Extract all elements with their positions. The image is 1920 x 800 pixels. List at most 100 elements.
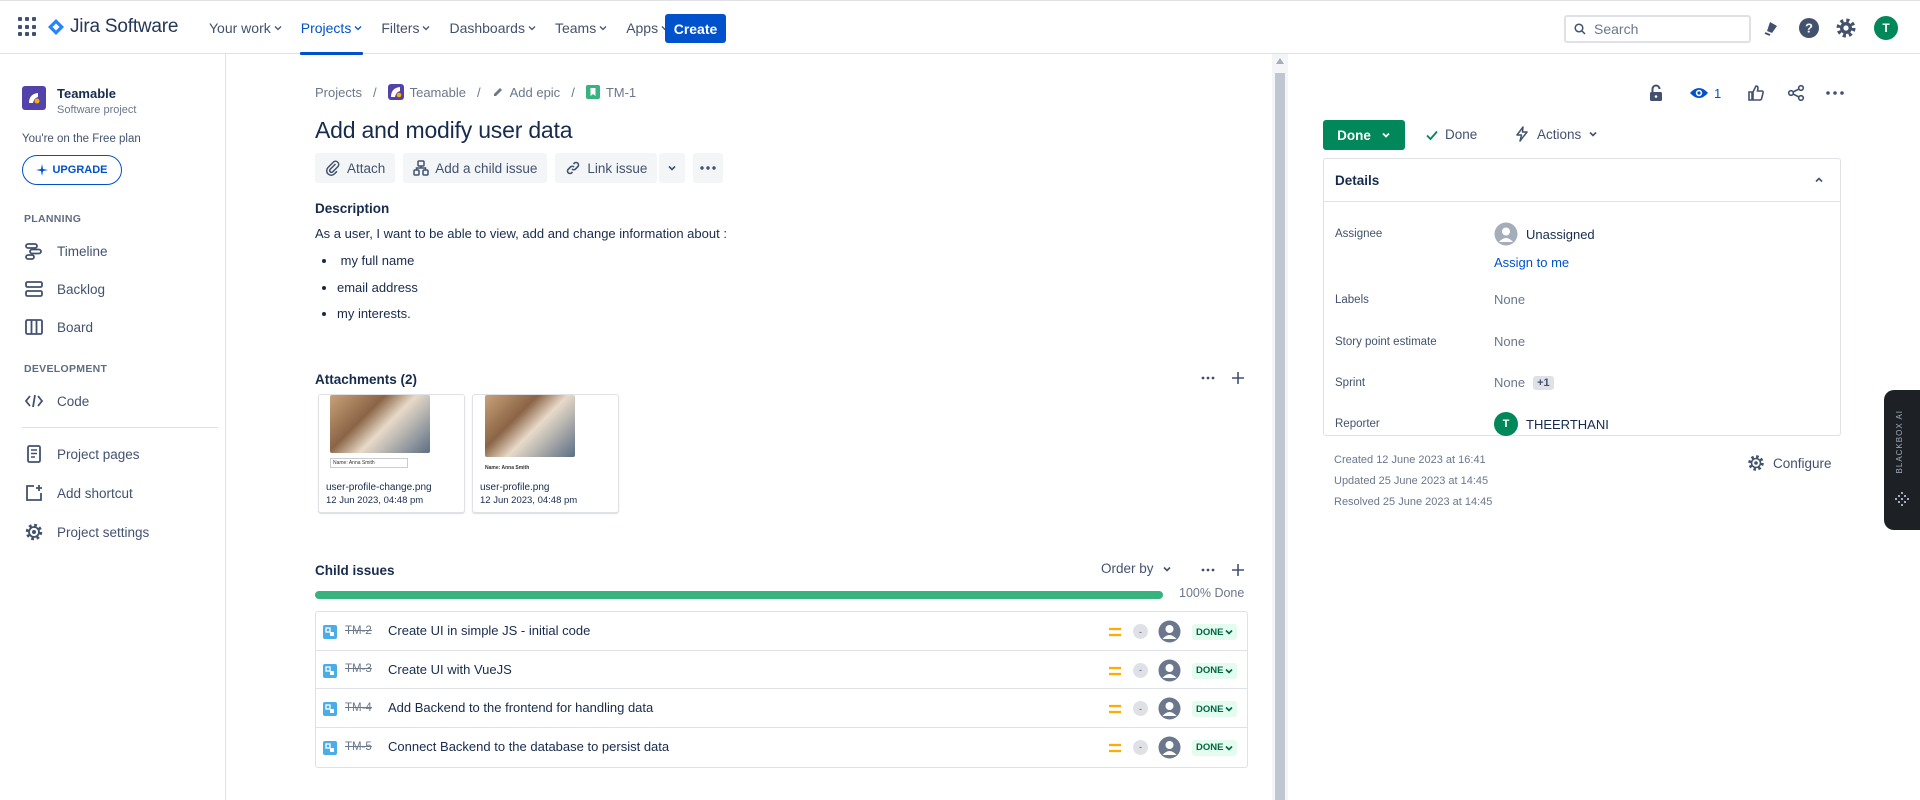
unassigned-avatar-icon[interactable]: [1158, 697, 1181, 720]
more-icon[interactable]: [1200, 370, 1216, 386]
more-actions-button[interactable]: [693, 153, 724, 183]
attachment-card[interactable]: Name: Anna Smith user-profile-change.png…: [318, 394, 465, 513]
status-badge[interactable]: DONE: [1192, 624, 1238, 640]
table-row[interactable]: TM-2 Create UI in simple JS - initial co…: [316, 612, 1247, 651]
unassigned-avatar-icon[interactable]: [1158, 620, 1181, 643]
link-issue-label: Link issue: [587, 160, 648, 176]
unassigned-avatar-icon[interactable]: [1158, 736, 1181, 759]
table-row[interactable]: TM-5 Connect Backend to the database to …: [316, 728, 1247, 767]
sprint-extra-badge[interactable]: +1: [1533, 375, 1554, 390]
attachment-card[interactable]: Name: Anna Smith user-profile.png 12 Jun…: [472, 394, 619, 513]
issue-key[interactable]: TM-2: [345, 625, 372, 637]
table-row[interactable]: TM-3 Create UI with VueJS - DONE: [316, 651, 1247, 689]
child-issues-actions: [1200, 562, 1246, 578]
watchers-button[interactable]: 1: [1689, 86, 1721, 101]
app-switcher-icon[interactable]: [18, 17, 38, 37]
status-transition-button[interactable]: Done: [1323, 120, 1405, 150]
breadcrumb-label: Projects: [315, 84, 362, 100]
story-points-value[interactable]: None: [1494, 334, 1525, 349]
user-avatar[interactable]: T: [1874, 16, 1898, 40]
attachment-date: 12 Jun 2023, 04:48 pm: [326, 495, 424, 506]
add-icon[interactable]: [1230, 370, 1246, 386]
sidebar-item-project-pages[interactable]: Project pages: [24, 442, 140, 466]
sidebar-item-code[interactable]: Code: [24, 389, 89, 413]
nav-projects[interactable]: Projects: [294, 1, 370, 55]
link-issue-button[interactable]: Link issue: [555, 153, 658, 183]
scroll-up-arrow[interactable]: [1276, 58, 1284, 64]
chevron-down-icon: [354, 26, 362, 31]
status-label: DONE: [1196, 703, 1224, 715]
add-icon[interactable]: [1230, 562, 1246, 578]
attach-button[interactable]: Attach: [315, 153, 396, 183]
assignee-field[interactable]: Unassigned: [1494, 222, 1595, 246]
table-row[interactable]: TM-4 Add Backend to the frontend for han…: [316, 689, 1247, 728]
share-icon[interactable]: [1785, 82, 1807, 104]
breadcrumb-projects[interactable]: Projects: [315, 85, 362, 100]
nav-teams[interactable]: Teams: [548, 1, 614, 55]
estimate-badge: -: [1133, 701, 1148, 716]
issue-summary[interactable]: Add Backend to the frontend for handling…: [388, 700, 653, 715]
more-icon[interactable]: [1200, 562, 1216, 578]
actions-dropdown[interactable]: Actions: [1514, 126, 1598, 142]
description-heading: Description: [315, 201, 390, 216]
issue-title[interactable]: Add and modify user data: [315, 117, 573, 144]
chevron-down-icon: [1589, 131, 1597, 137]
status-label: Done: [1337, 127, 1371, 143]
story-icon: [585, 85, 600, 99]
details-header[interactable]: Details: [1324, 159, 1840, 202]
blackbox-ai-widget[interactable]: BLACKBOX AI: [1884, 390, 1920, 530]
resolved-date: Resolved 25 June 2023 at 14:45: [1334, 496, 1493, 508]
nav-filters[interactable]: Filters: [374, 1, 437, 55]
sidebar-item-label: Code: [57, 393, 90, 409]
more-icon[interactable]: [1824, 82, 1846, 104]
nav-your-work[interactable]: Your work: [202, 1, 289, 55]
issue-summary[interactable]: Connect Backend to the database to persi…: [388, 739, 669, 754]
project-header[interactable]: Teamable Software project: [22, 86, 136, 116]
issue-key[interactable]: TM-3: [345, 663, 372, 675]
details-section: Details Assignee Unassigned Assign to me…: [1323, 158, 1841, 436]
project-name: Teamable: [57, 86, 117, 101]
main-scrollbar-thumb[interactable]: [1275, 73, 1285, 800]
priority-medium-icon: [1108, 665, 1122, 677]
breadcrumb-add-epic[interactable]: Add epic: [492, 85, 560, 100]
issue-summary[interactable]: Create UI with VueJS: [388, 662, 512, 677]
code-icon: [24, 391, 44, 411]
issue-key[interactable]: TM-4: [345, 702, 372, 714]
issue-key[interactable]: TM-5: [345, 741, 372, 753]
add-shortcut-icon: [24, 483, 44, 503]
status-label: DONE: [1196, 742, 1224, 753]
assign-to-me-link[interactable]: Assign to me: [1494, 255, 1569, 270]
nav-label: Teams: [554, 20, 597, 36]
unassigned-avatar-icon[interactable]: [1158, 659, 1181, 682]
sidebar-item-board[interactable]: Board: [24, 315, 93, 339]
breadcrumb-project[interactable]: Teamable: [387, 84, 466, 100]
labels-value[interactable]: None: [1494, 292, 1525, 307]
settings-icon[interactable]: [1835, 17, 1857, 39]
description-text[interactable]: As a user, I want to be able to view, ad…: [315, 226, 727, 241]
lock-icon[interactable]: [1645, 82, 1667, 104]
search-input[interactable]: Search: [1564, 15, 1751, 43]
status-badge[interactable]: DONE: [1192, 701, 1238, 717]
sidebar-item-backlog[interactable]: Backlog: [24, 277, 105, 301]
nav-dashboards[interactable]: Dashboards: [442, 1, 543, 55]
configure-button[interactable]: Configure: [1747, 454, 1832, 472]
sidebar-item-timeline[interactable]: Timeline: [24, 239, 108, 263]
sprint-field[interactable]: None +1: [1494, 375, 1554, 390]
breadcrumb-issue-key[interactable]: TM-1: [585, 85, 636, 100]
thumbs-up-icon[interactable]: [1745, 82, 1767, 104]
sidebar-item-project-settings[interactable]: Project settings: [24, 520, 149, 544]
help-icon[interactable]: ?: [1798, 17, 1820, 39]
reporter-field[interactable]: T THEERTHANI: [1494, 412, 1609, 436]
order-by-dropdown[interactable]: Order by: [1101, 561, 1172, 576]
chevron-up-icon[interactable]: [1814, 175, 1824, 185]
status-badge[interactable]: DONE: [1192, 662, 1238, 679]
notifications-icon[interactable]: [1761, 17, 1783, 39]
jira-logo[interactable]: Jira Software: [48, 16, 178, 38]
status-badge[interactable]: DONE: [1192, 739, 1238, 756]
link-issue-dropdown[interactable]: [659, 153, 686, 183]
upgrade-button[interactable]: UPGRADE: [22, 155, 122, 185]
add-child-issue-button[interactable]: Add a child issue: [403, 153, 548, 183]
create-button[interactable]: Create: [665, 14, 726, 43]
sidebar-item-add-shortcut[interactable]: Add shortcut: [24, 481, 133, 505]
issue-summary[interactable]: Create UI in simple JS - initial code: [388, 623, 590, 638]
